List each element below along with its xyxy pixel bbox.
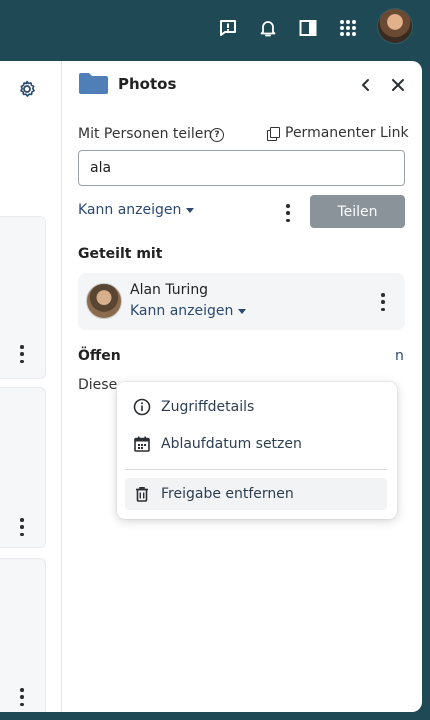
- permission-dropdown[interactable]: Kann anzeigen: [78, 202, 195, 218]
- menu-item-set-expiration[interactable]: Ablaufdatum setzen: [125, 428, 387, 460]
- bell-icon[interactable]: [256, 16, 280, 40]
- file-card[interactable]: [0, 558, 46, 712]
- share-with-label: Mit Personen teilen: [78, 126, 213, 142]
- more-options-icon[interactable]: [19, 518, 25, 536]
- shared-with-title: Geteilt mit: [78, 246, 163, 262]
- trash-icon: [133, 485, 151, 503]
- more-options-icon[interactable]: [19, 345, 25, 363]
- file-card[interactable]: d: [0, 216, 46, 379]
- share-options-icon[interactable]: [285, 204, 291, 222]
- app-window: d Photos Mit Personen teilen ? Permanent…: [0, 61, 422, 712]
- apps-grid-icon[interactable]: [336, 16, 360, 40]
- feedback-icon[interactable]: [216, 16, 240, 40]
- share-button[interactable]: Teilen: [310, 195, 405, 228]
- caret-down-icon: [186, 207, 195, 213]
- folder-icon: [78, 72, 109, 95]
- more-options-icon[interactable]: [19, 688, 25, 706]
- info-icon: [133, 398, 151, 416]
- settings-gear-icon[interactable]: [17, 79, 37, 99]
- menu-item-label: Ablaufdatum setzen: [161, 436, 302, 452]
- help-icon[interactable]: ?: [210, 128, 224, 142]
- menu-item-label: Freigabe entfernen: [161, 486, 294, 502]
- top-bar: [0, 0, 430, 56]
- calendar-icon: [133, 435, 151, 453]
- menu-item-remove-share[interactable]: Freigabe entfernen: [125, 478, 387, 510]
- close-icon[interactable]: [388, 75, 408, 95]
- copy-icon: [267, 126, 280, 141]
- permission-dropdown-label: Kann anzeigen: [78, 202, 182, 218]
- public-share-action[interactable]: n: [395, 348, 404, 364]
- menu-separator: [125, 469, 387, 470]
- public-share-title: Öffen: [78, 348, 121, 364]
- entry-permission-dropdown[interactable]: Kann anzeigen: [130, 303, 247, 319]
- account-avatar[interactable]: [377, 8, 413, 44]
- menu-item-access-details[interactable]: Zugriffdetails: [125, 391, 387, 423]
- share-entry-menu: Zugriffdetails Ablaufdatum setzen Freiga…: [117, 382, 397, 519]
- sidebar-toggle-icon[interactable]: [296, 16, 320, 40]
- share-entry: Alan Turing Kann anzeigen: [78, 273, 405, 330]
- entry-options-icon[interactable]: [380, 293, 386, 311]
- panel-title: Photos: [118, 75, 177, 93]
- entry-permission-label: Kann anzeigen: [130, 303, 234, 319]
- permanent-link-button[interactable]: Permanenter Link: [267, 125, 409, 141]
- chevron-left-icon[interactable]: [356, 75, 376, 95]
- caret-down-icon: [238, 308, 247, 314]
- user-name: Alan Turing: [130, 282, 209, 298]
- user-avatar: [86, 283, 122, 319]
- file-card[interactable]: [0, 387, 46, 548]
- public-share-text: Diese: [78, 377, 118, 393]
- permanent-link-label: Permanenter Link: [285, 125, 409, 141]
- menu-item-label: Zugriffdetails: [161, 399, 255, 415]
- share-search-input[interactable]: [78, 150, 405, 186]
- file-list-column: d: [0, 61, 62, 712]
